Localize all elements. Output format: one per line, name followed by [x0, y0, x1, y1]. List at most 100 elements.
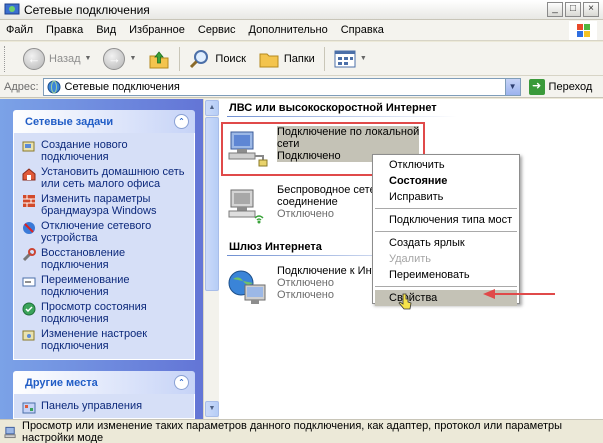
up-folder-icon [149, 50, 169, 68]
menu-item-create-shortcut[interactable]: Создать ярлык [373, 235, 519, 251]
task-change-settings[interactable]: Изменение настроек подключения [22, 328, 188, 352]
task-pane: Сетевые задачи ⌃ Создание нового подключ… [0, 99, 203, 419]
network-tasks-list: Создание нового подключения Установить д… [13, 133, 195, 360]
toolbar-separator [179, 46, 181, 71]
toolbar-separator [323, 46, 325, 71]
menu-help[interactable]: Справка [341, 24, 384, 36]
status-text: Просмотр или изменение таких параметров … [22, 419, 563, 443]
toolbar: ← Назад ▼ → ▼ Поиск Папки ▼ [0, 42, 603, 76]
menu-view[interactable]: Вид [96, 24, 116, 36]
collapse-chevron-icon[interactable]: ⌃ [174, 375, 189, 390]
task-disable-device[interactable]: Отключение сетевого устройства [22, 220, 188, 244]
address-bar: Адрес: Сетевые подключения ▼ ➜ Переход [0, 76, 603, 98]
mouse-cursor-icon [398, 293, 412, 310]
repair-icon [22, 248, 36, 262]
back-button[interactable]: ← Назад ▼ [20, 45, 94, 73]
toolbar-grip[interactable] [4, 46, 7, 72]
group-title-lan: ЛВС или высокоскоростной Интернет [229, 102, 437, 114]
lan-connection-icon [4, 426, 16, 438]
close-button[interactable]: × [583, 2, 599, 17]
scroll-up-icon[interactable]: ▲ [205, 100, 219, 116]
window-title: Сетевые подключения [24, 2, 150, 17]
group-divider [227, 116, 457, 117]
menu-tools[interactable]: Сервис [198, 24, 236, 36]
title-bar: Сетевые подключения _ □ × [0, 0, 603, 20]
status-bar: Просмотр или изменение таких параметров … [0, 419, 603, 443]
folders-button[interactable]: Папки [255, 45, 318, 73]
network-connections-icon [4, 3, 20, 14]
internet-gateway-icon [228, 270, 266, 304]
scroll-down-icon[interactable]: ▼ [205, 401, 219, 417]
other-places-header[interactable]: Другие места ⌃ [13, 371, 195, 394]
menu-bar: Файл Правка Вид Избранное Сервис Дополни… [0, 20, 603, 41]
connection-name-cont: сети [277, 138, 420, 150]
views-icon [334, 50, 356, 67]
go-button[interactable]: ➜ Переход [528, 78, 593, 95]
network-tasks-header[interactable]: Сетевые задачи ⌃ [13, 110, 195, 133]
search-label: Поиск [215, 52, 246, 65]
views-dropdown-icon[interactable]: ▼ [360, 55, 367, 62]
up-folder-button[interactable] [145, 45, 173, 73]
annotation-arrow-icon [483, 289, 555, 299]
task-create-connection[interactable]: Создание нового подключения [22, 139, 188, 163]
forward-dropdown-icon[interactable]: ▼ [129, 55, 136, 62]
menu-separator [375, 208, 517, 209]
firewall-icon [23, 195, 35, 207]
disable-network-icon [23, 222, 35, 234]
maximize-button[interactable]: □ [565, 2, 581, 17]
address-dropdown-icon[interactable]: ▼ [504, 78, 520, 95]
forward-button[interactable]: → ▼ [100, 45, 139, 73]
task-repair-connection[interactable]: Восстановление подключения [22, 247, 188, 271]
search-icon [190, 49, 209, 68]
menu-item-delete: Удалить [389, 253, 431, 265]
menu-item-rename[interactable]: Переименовать [373, 267, 519, 283]
menu-item-disconnect[interactable]: Отключить [373, 157, 519, 173]
menu-item-repair[interactable]: Исправить [373, 189, 519, 205]
folders-icon [259, 53, 279, 67]
menu-edit[interactable]: Правка [46, 24, 83, 36]
menu-file[interactable]: Файл [6, 24, 33, 36]
scroll-thumb[interactable] [205, 117, 219, 291]
menu-favorites[interactable]: Избранное [129, 24, 185, 36]
windows-logo-icon [569, 21, 597, 40]
address-label: Адрес: [4, 80, 39, 93]
views-button[interactable]: ▼ [331, 45, 370, 73]
back-label: Назад [49, 52, 81, 65]
context-menu: Отключить Состояние Исправить Подключени… [372, 154, 520, 306]
go-arrow-icon: ➜ [528, 78, 545, 95]
menu-separator [375, 231, 517, 232]
network-connections-icon [47, 80, 61, 93]
address-value: Сетевые подключения [64, 80, 180, 93]
status-icon [22, 302, 36, 316]
back-dropdown-icon[interactable]: ▼ [85, 55, 92, 62]
menu-separator [375, 286, 517, 287]
menu-advanced[interactable]: Дополнительно [249, 24, 328, 36]
connection-name: Подключение по локальной [277, 126, 420, 138]
group-title-gateway: Шлюз Интернета [229, 241, 322, 253]
task-view-status[interactable]: Просмотр состояния подключения [22, 301, 188, 325]
search-button[interactable]: Поиск [186, 45, 248, 73]
address-input[interactable]: Сетевые подключения ▼ [42, 77, 521, 96]
other-places-list: Панель управления [13, 394, 195, 419]
task-firewall[interactable]: Изменить параметры брандмауэра Windows [22, 193, 188, 217]
forward-arrow-icon: → [103, 47, 126, 70]
task-home-network[interactable]: Установить домашнюю сеть или сеть малого… [22, 166, 188, 190]
menu-item-bridge[interactable]: Подключения типа мост [373, 212, 519, 228]
lan-connection-icon [228, 131, 268, 167]
other-places-title: Другие места [25, 376, 98, 389]
task-pane-scrollbar[interactable]: ▲ ▼ [203, 99, 219, 419]
menu-item-status[interactable]: Состояние [373, 173, 519, 189]
home-network-icon [22, 168, 36, 181]
place-control-panel[interactable]: Панель управления [22, 400, 188, 415]
folders-label: Папки [283, 52, 315, 65]
back-arrow-icon: ← [23, 47, 45, 70]
rename-icon [22, 277, 36, 287]
new-connection-icon [22, 141, 35, 152]
minimize-button[interactable]: _ [547, 2, 563, 17]
collapse-chevron-icon[interactable]: ⌃ [174, 114, 189, 129]
control-panel-icon [22, 402, 36, 414]
go-label: Переход [548, 80, 593, 93]
task-rename-connection[interactable]: Переименование подключения [22, 274, 188, 298]
network-tasks-title: Сетевые задачи [25, 115, 114, 128]
wireless-connection-icon [228, 189, 264, 224]
